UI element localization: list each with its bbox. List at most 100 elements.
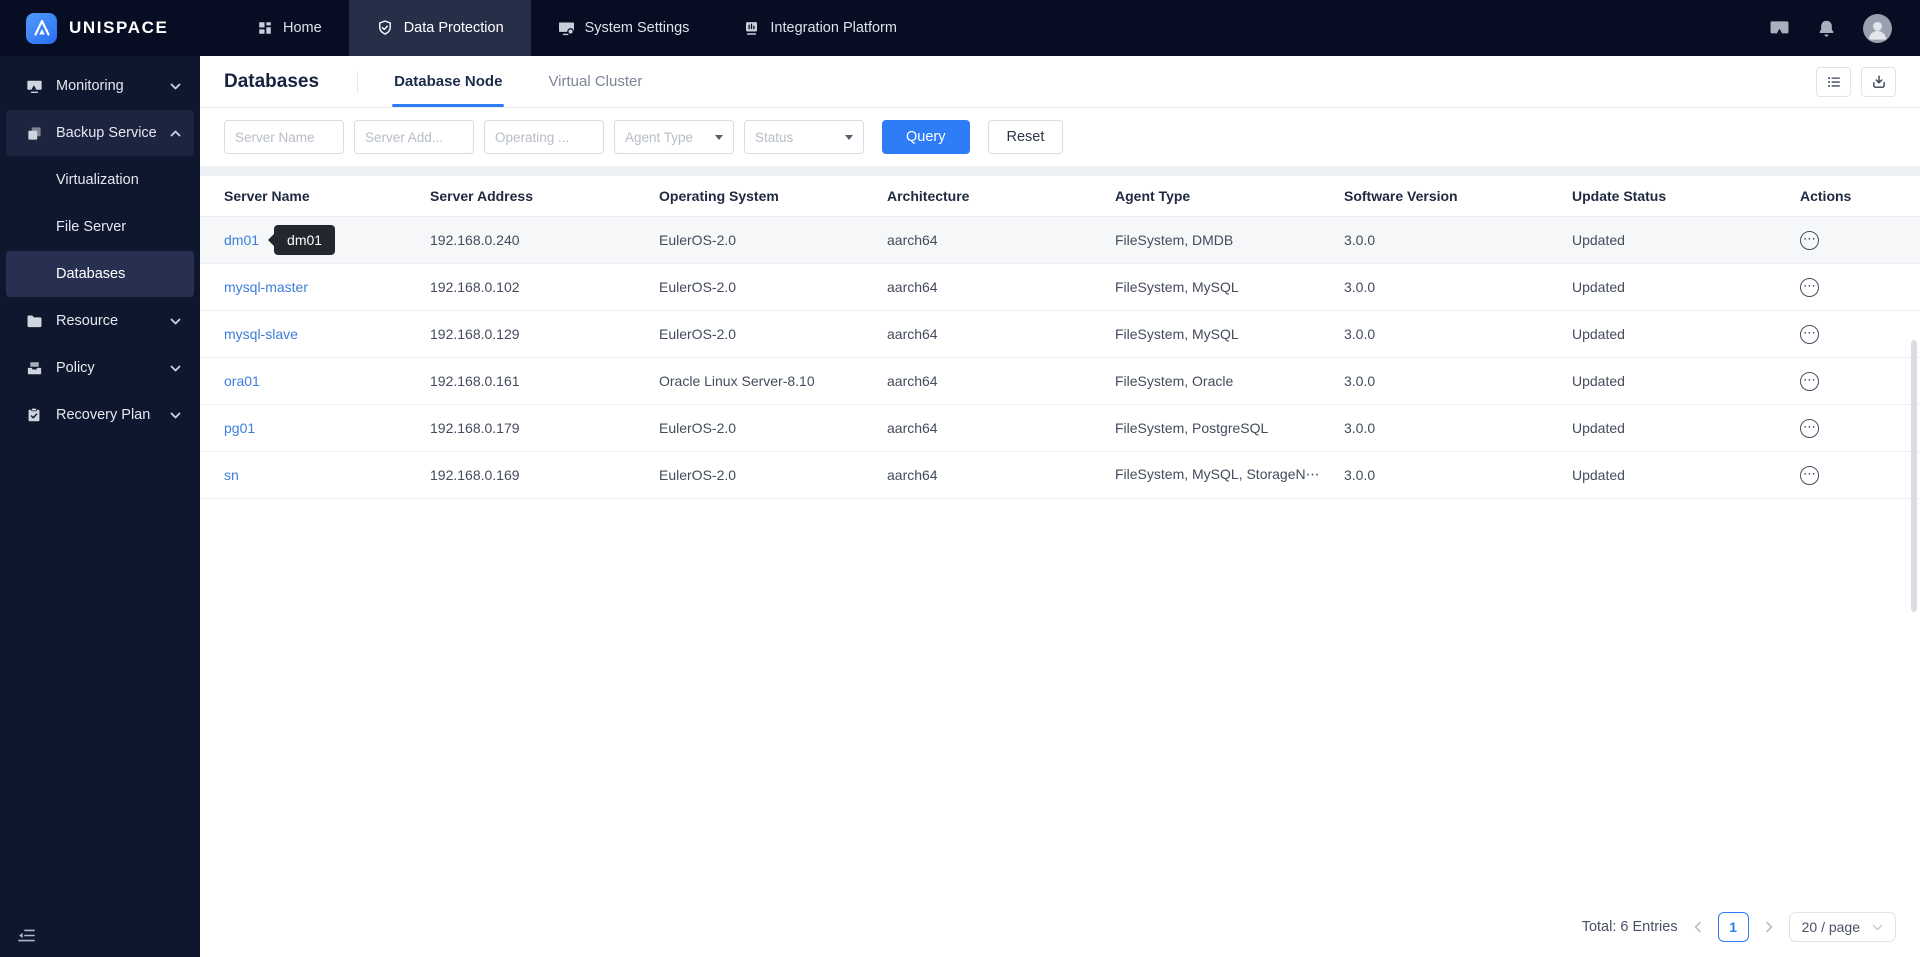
sidebar-item-backup-service[interactable]: Backup Service <box>6 110 194 156</box>
agent-type-placeholder: Agent Type <box>625 129 694 145</box>
tab-database-node[interactable]: Database Node <box>392 56 505 107</box>
table-cell: 192.168.0.169 <box>430 451 659 499</box>
more-actions-icon[interactable]: ⋯ <box>1800 230 1819 250</box>
page-number-button[interactable]: 1 <box>1717 912 1749 942</box>
col-server-address: Server Address <box>430 176 659 217</box>
export-button[interactable] <box>1861 66 1896 97</box>
collapse-sidebar-icon[interactable] <box>17 926 36 945</box>
topnav-label: System Settings <box>584 20 690 36</box>
user-avatar[interactable] <box>1863 13 1892 43</box>
topnav-home[interactable]: Home <box>230 0 349 56</box>
table-row: mysql-slave 192.168.0.129 EulerOS-2.0 aarch… <box>200 310 1920 358</box>
table-cell: FileSystem, PostgreSQL <box>1115 404 1344 452</box>
topnav-integration-platform[interactable]: Integration Platform <box>716 0 924 56</box>
table-zone: Server Name Server Address Operating Sys… <box>200 176 1920 957</box>
table-row: sn 192.168.0.169 EulerOS-2.0 aarch64 FileSys… <box>200 451 1920 499</box>
more-actions-icon[interactable]: ⋯ <box>1800 324 1819 344</box>
operating-system-input[interactable] <box>484 120 604 154</box>
brand-name: UNISPACE <box>69 18 169 37</box>
topnav-system-settings[interactable]: System Settings <box>531 0 717 56</box>
sidebar-label: Databases <box>56 266 126 282</box>
mountain-logo-icon <box>26 12 57 44</box>
table-cell: 3.0.0 <box>1344 404 1572 452</box>
table-cell: aarch64 <box>887 263 1115 311</box>
server-name-input[interactable] <box>224 120 344 154</box>
servers-table: Server Name Server Address Operating Sys… <box>200 176 1920 499</box>
topnav-data-protection[interactable]: Data Protection <box>348 0 531 56</box>
sidebar-label: Monitoring <box>56 78 124 94</box>
topnav-label: Home <box>283 20 322 36</box>
content-header: Databases Database Node Virtual Cluster <box>200 56 1920 108</box>
more-actions-icon[interactable]: ⋯ <box>1800 465 1819 485</box>
table-cell: Updated <box>1572 263 1800 311</box>
table-cell: EulerOS-2.0 <box>659 451 887 499</box>
sidebar-label: Policy <box>56 360 95 376</box>
page-size-select[interactable]: 20 / page <box>1788 912 1896 942</box>
table-cell: Updated <box>1572 404 1800 452</box>
table-cell: EulerOS-2.0 <box>659 216 887 264</box>
server-name-tooltip: dm01 <box>268 224 336 255</box>
table-cell: EulerOS-2.0 <box>659 404 887 452</box>
previous-page-icon[interactable] <box>1693 921 1703 933</box>
status-select[interactable]: Status <box>744 120 864 154</box>
server-name-link[interactable]: mysql-master <box>224 279 308 295</box>
brand: UNISPACE <box>0 0 200 56</box>
sidebar-item-databases[interactable]: Databases <box>6 251 194 297</box>
reset-button[interactable]: Reset <box>987 120 1064 154</box>
platform-icon <box>743 20 760 37</box>
next-page-icon[interactable] <box>1764 921 1774 933</box>
agent-type-select[interactable]: Agent Type <box>614 120 734 154</box>
more-actions-icon[interactable]: ⋯ <box>1800 277 1819 297</box>
table-cell: aarch64 <box>887 404 1115 452</box>
chat-icon[interactable] <box>1769 18 1790 39</box>
col-server-name: Server Name <box>200 176 430 217</box>
query-button[interactable]: Query <box>882 120 970 154</box>
sidebar-label: Resource <box>56 313 119 329</box>
sidebar-item-monitoring[interactable]: Monitoring <box>6 63 194 109</box>
table-cell: 192.168.0.161 <box>430 357 659 405</box>
table-cell: Oracle Linux Server-8.10 <box>659 357 887 405</box>
table-body: dm01 dm01 192.168.0.240 EulerOS-2.0 aarch64 F… <box>200 216 1920 499</box>
tab-virtual-cluster[interactable]: Virtual Cluster <box>548 56 642 107</box>
title-divider <box>357 70 359 93</box>
download-icon <box>1871 74 1887 90</box>
server-name-link[interactable]: dm01 <box>224 232 259 248</box>
column-settings-icon <box>1826 74 1842 90</box>
more-actions-icon[interactable]: ⋯ <box>1800 371 1819 391</box>
monitor-cast-icon <box>25 78 43 95</box>
sidebar-item-virtualization[interactable]: Virtualization <box>6 157 194 203</box>
table-cell: Updated <box>1572 357 1800 405</box>
table-scrollbar[interactable] <box>1911 340 1917 612</box>
server-name-link[interactable]: sn <box>224 467 239 483</box>
sidebar-label: File Server <box>56 219 127 235</box>
sidebar-item-file-server[interactable]: File Server <box>6 204 194 250</box>
bell-icon[interactable] <box>1817 19 1836 38</box>
folder-icon <box>25 313 43 330</box>
table-cell: aarch64 <box>887 216 1115 264</box>
table-cell: aarch64 <box>887 451 1115 499</box>
table-cell: 192.168.0.129 <box>430 310 659 358</box>
chevron-down-icon <box>170 412 181 419</box>
caret-down-icon <box>845 134 853 140</box>
sidebar-item-policy[interactable]: Policy <box>6 345 194 391</box>
table-cell: 3.0.0 <box>1344 263 1572 311</box>
table-cell: aarch64 <box>887 310 1115 358</box>
header-actions <box>1816 66 1920 97</box>
server-name-link[interactable]: ora01 <box>224 373 260 389</box>
tabs: Database Node Virtual Cluster <box>392 56 642 107</box>
col-software-version: Software Version <box>1344 176 1572 217</box>
server-name-link[interactable]: mysql-slave <box>224 326 298 342</box>
table-cell: 3.0.0 <box>1344 216 1572 264</box>
sidebar-item-resource[interactable]: Resource <box>6 298 194 344</box>
caret-down-icon <box>715 134 723 140</box>
topnav-label: Integration Platform <box>770 20 897 36</box>
server-name-link[interactable]: pg01 <box>224 420 255 436</box>
top-navigation: Home Data Protection System Settings Int… <box>230 0 924 56</box>
column-settings-button[interactable] <box>1816 66 1851 97</box>
server-address-input[interactable] <box>354 120 474 154</box>
sidebar-item-recovery-plan[interactable]: Recovery Plan <box>6 392 194 438</box>
chevron-down-icon <box>1872 924 1883 931</box>
more-actions-icon[interactable]: ⋯ <box>1800 418 1819 438</box>
table-cell: 192.168.0.179 <box>430 404 659 452</box>
home-icon <box>257 20 273 36</box>
